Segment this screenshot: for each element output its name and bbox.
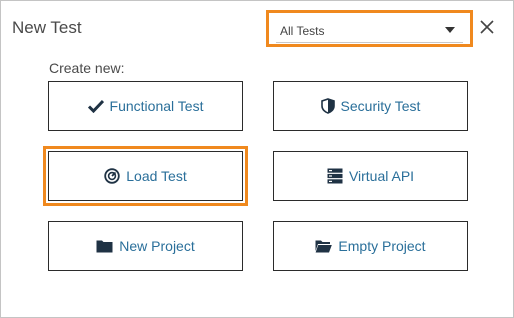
load-test-label: Load Test <box>126 168 187 184</box>
empty-project-label: Empty Project <box>338 238 426 254</box>
functional-test-button[interactable]: Functional Test <box>48 81 243 131</box>
chevron-down-icon[interactable] <box>445 27 455 33</box>
server-icon <box>327 168 343 184</box>
filter-select[interactable]: All Tests <box>276 16 463 43</box>
test-type-filter-dropdown[interactable]: All Tests <box>266 10 473 47</box>
security-test-button[interactable]: Security Test <box>273 81 468 131</box>
folder-open-icon <box>315 239 333 253</box>
checkmark-icon <box>87 99 104 113</box>
filter-selected-value: All Tests <box>280 24 325 38</box>
dialog-title: New Test <box>12 18 82 37</box>
gauge-icon <box>104 168 120 184</box>
security-test-label: Security Test <box>340 98 421 114</box>
new-project-label: New Project <box>119 238 195 254</box>
load-test-button[interactable]: Load Test <box>43 146 248 206</box>
empty-project-button[interactable]: Empty Project <box>273 221 468 271</box>
shield-icon <box>320 98 335 114</box>
functional-test-label: Functional Test <box>109 98 204 114</box>
create-new-label: Create new: <box>49 60 125 76</box>
virtual-api-label: Virtual API <box>348 168 415 184</box>
close-icon[interactable] <box>479 19 495 35</box>
virtual-api-button[interactable]: Virtual API <box>273 151 468 201</box>
new-test-dialog: New Test All Tests Create new: Functiona… <box>0 0 514 318</box>
folder-icon <box>96 239 113 253</box>
new-project-button[interactable]: New Project <box>48 221 243 271</box>
